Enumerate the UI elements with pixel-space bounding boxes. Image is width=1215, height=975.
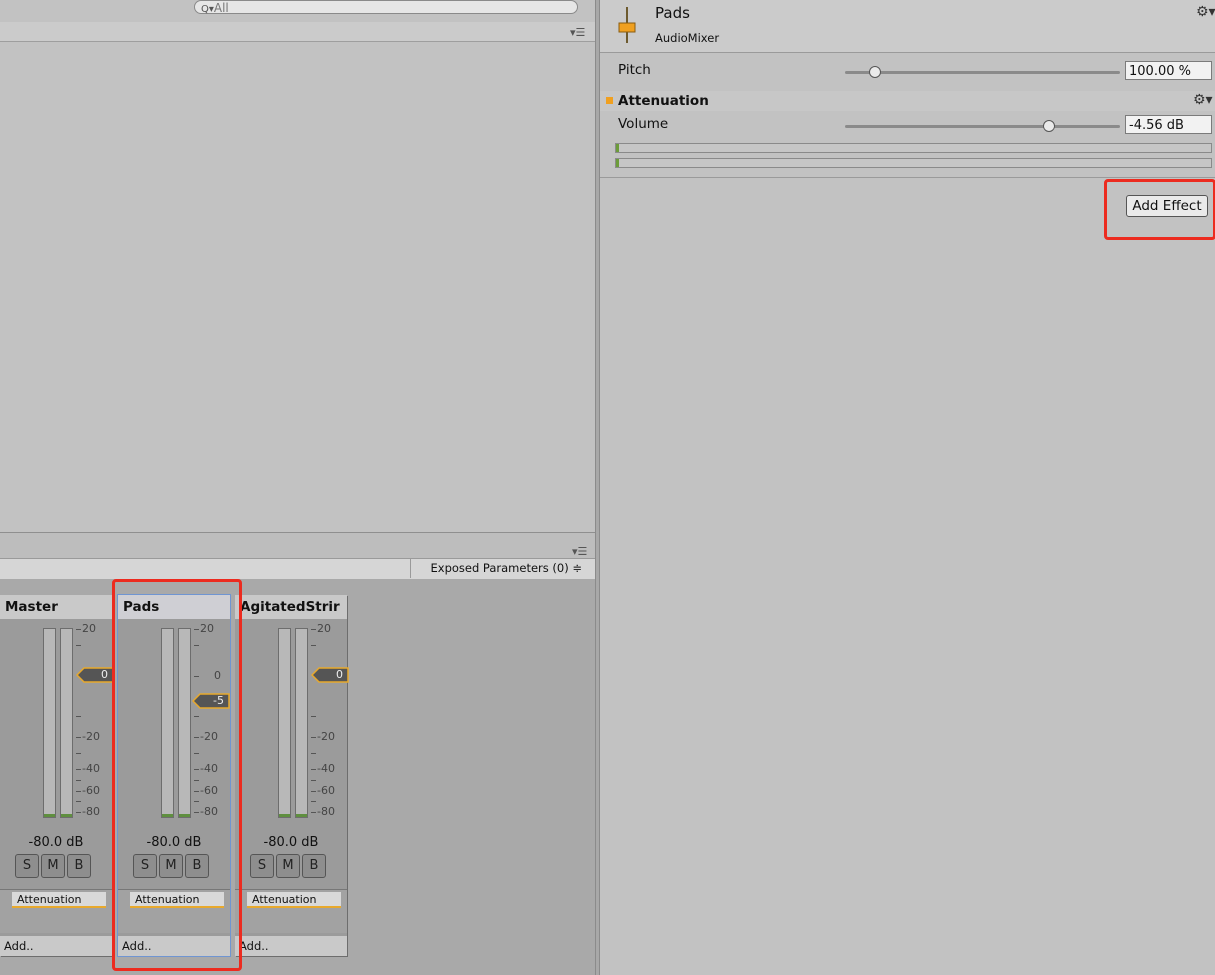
level-meter-right — [295, 628, 308, 818]
solo-button[interactable]: S — [133, 854, 157, 878]
inspector-header — [600, 0, 1215, 53]
bypass-button[interactable]: B — [67, 854, 91, 878]
inspector-subtitle: AudioMixer — [655, 31, 720, 45]
level-bar-right — [615, 158, 1212, 168]
add-effect-slot[interactable]: Add.. — [235, 936, 347, 956]
pitch-value-field[interactable]: 100.00 % — [1125, 61, 1212, 80]
strip-title: Pads — [118, 595, 230, 619]
db-readout: -80.0 dB — [28, 835, 84, 850]
search-input[interactable]: Q▾All — [194, 0, 578, 15]
strip-title: Master — [0, 595, 112, 619]
pitch-slider-track[interactable] — [845, 71, 1120, 74]
pitch-slider-thumb[interactable] — [869, 66, 881, 78]
mute-button[interactable]: M — [276, 854, 300, 878]
effect-slot-attenuation[interactable]: Attenuation — [12, 892, 106, 908]
db-readout: -80.0 dB — [263, 835, 319, 850]
volume-label: Volume — [618, 116, 669, 132]
volume-fader-handle[interactable]: 0 — [76, 667, 114, 683]
solo-button[interactable]: S — [250, 854, 274, 878]
audio-mixer-icon — [617, 5, 637, 49]
effect-slot-attenuation[interactable]: Attenuation — [130, 892, 224, 908]
add-effect-slot[interactable]: Add.. — [0, 936, 112, 956]
section-separator — [600, 177, 1215, 178]
effects-list: Attenuation — [118, 889, 230, 933]
db-scale: 20 -20 -40 -60 -80 — [311, 622, 361, 823]
search-icon: Q▾ — [201, 4, 214, 15]
mute-button[interactable]: M — [159, 854, 183, 878]
hierarchy-tree — [0, 42, 595, 533]
mixer-toolbar — [0, 533, 595, 558]
pitch-label: Pitch — [618, 62, 651, 78]
level-meter-right — [178, 628, 191, 818]
hierarchy-menu-icon[interactable]: ▾☰ — [570, 26, 585, 39]
mixer-strip-master[interactable]: Master 20 -20 -40 -60 -80 0 -80.0 dB S M… — [0, 595, 114, 956]
db-readout: -80.0 dB — [146, 835, 202, 850]
solo-button[interactable]: S — [15, 854, 39, 878]
mixer-strip-pads[interactable]: Pads 20 0 -20 -40 -60 -80 -5 -80.0 dB S … — [117, 594, 231, 957]
attenuation-title: Attenuation — [618, 93, 709, 109]
volume-slider-track[interactable] — [845, 125, 1120, 128]
level-meter-right — [60, 628, 73, 818]
effects-list: Attenuation — [235, 889, 347, 933]
attenuation-color-marker — [606, 97, 613, 104]
volume-value-field[interactable]: -4.56 dB — [1125, 115, 1212, 134]
level-meter-left — [43, 628, 56, 818]
volume-fader-handle[interactable]: -5 — [192, 693, 230, 709]
exposed-parameters-dropdown[interactable]: Exposed Parameters (0) ≑ — [410, 559, 590, 578]
inspector-title: Pads — [655, 4, 690, 22]
level-meter-left — [161, 628, 174, 818]
bypass-button[interactable]: B — [185, 854, 209, 878]
gear-icon[interactable]: ⚙▾ — [1193, 92, 1213, 108]
mixer-strip-agitatedstrings[interactable]: AgitatedStrir 20 -20 -40 -60 -80 0 -80.0… — [235, 595, 349, 956]
add-effect-slot[interactable]: Add.. — [118, 936, 230, 956]
bypass-button[interactable]: B — [302, 854, 326, 878]
effect-slot-attenuation[interactable]: Attenuation — [247, 892, 341, 908]
mixer-menu-icon[interactable]: ▾☰ — [572, 545, 587, 558]
gear-icon[interactable]: ⚙▾ — [1196, 4, 1215, 20]
add-effect-button[interactable]: Add Effect — [1126, 195, 1208, 217]
volume-slider-thumb[interactable] — [1043, 120, 1055, 132]
hierarchy-toolbar — [0, 22, 595, 42]
effects-list: Attenuation — [0, 889, 112, 933]
strip-title: AgitatedStrir — [235, 595, 347, 619]
level-bar-left — [615, 143, 1212, 153]
volume-fader-handle[interactable]: 0 — [311, 667, 349, 683]
level-meter-left — [278, 628, 291, 818]
mute-button[interactable]: M — [41, 854, 65, 878]
search-placeholder: All — [213, 1, 229, 15]
